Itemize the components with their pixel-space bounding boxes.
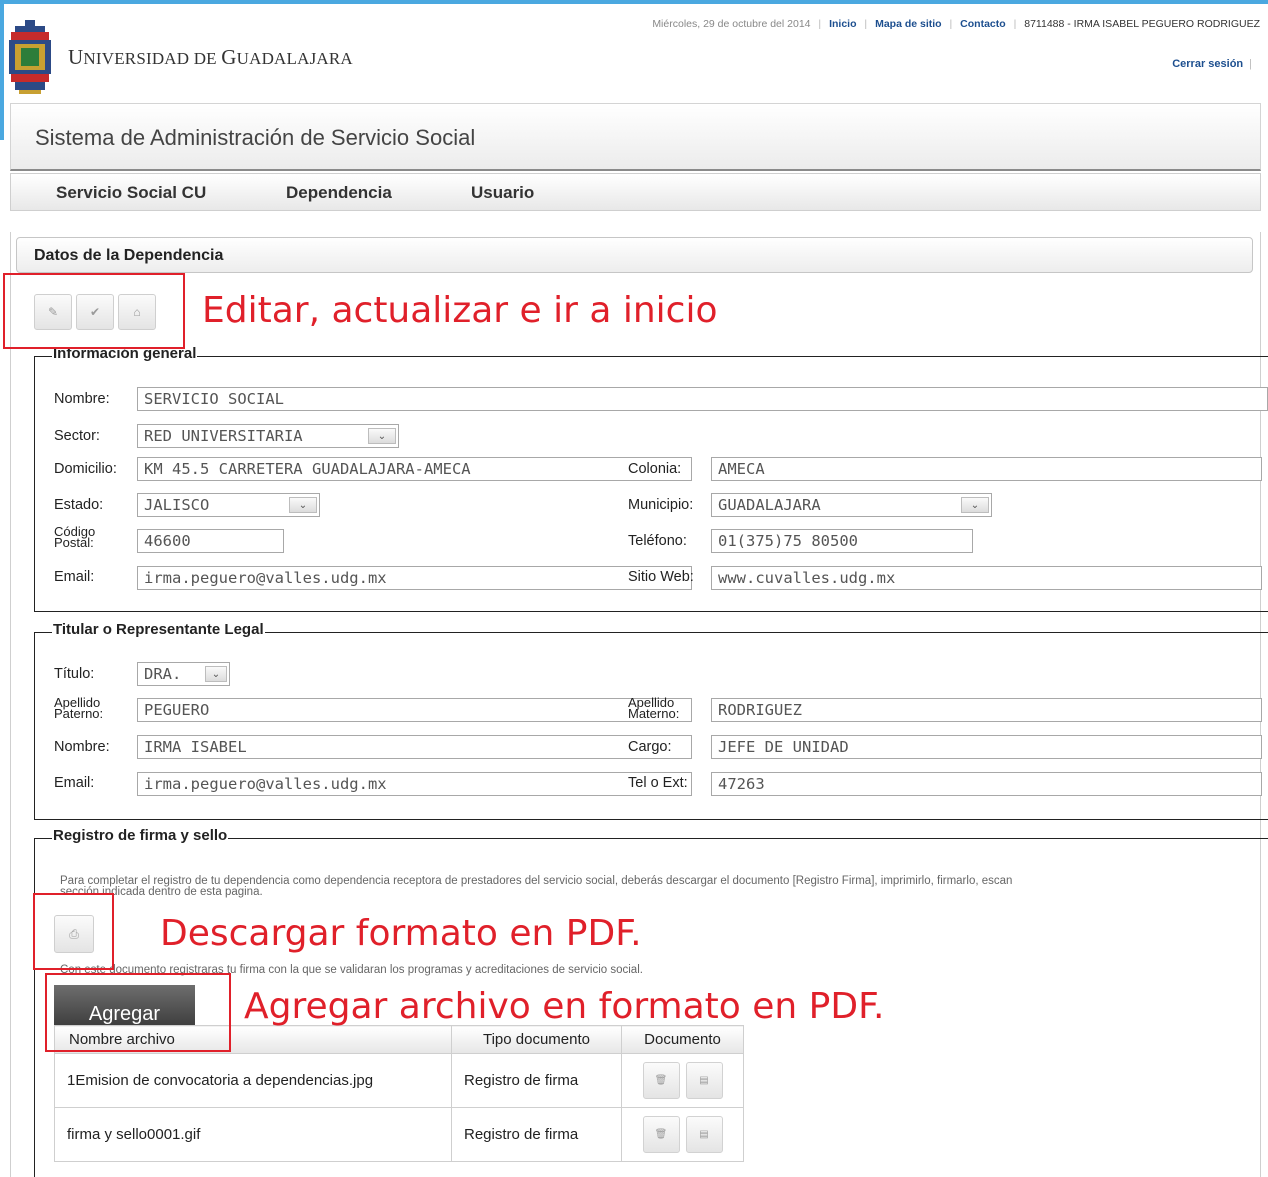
- municipio-select[interactable]: GUADALAJARA ⌄: [711, 493, 992, 517]
- delete-file-button[interactable]: 🗑: [642, 1116, 680, 1153]
- sector-value: RED UNIVERSITARIA: [144, 427, 303, 445]
- top-accent-bar: [0, 0, 1268, 4]
- instructions-line-2: sección indicada dentro de esta pagina.: [60, 886, 263, 898]
- delete-file-button[interactable]: 🗑: [642, 1062, 680, 1099]
- municipio-label: Municipio:: [628, 497, 694, 513]
- nombre-label: Nombre:: [54, 391, 110, 407]
- annotation-box-toolbar: [3, 273, 185, 349]
- estado-value: JALISCO: [144, 496, 210, 514]
- annotation-box-download: [33, 893, 114, 970]
- codigo-postal-input[interactable]: 46600: [137, 529, 284, 553]
- annotation-download-text: Descargar formato en PDF.: [160, 913, 642, 954]
- chevron-down-icon: ⌄: [368, 428, 396, 444]
- apellido-paterno-label: Apellido Paterno:: [54, 695, 104, 721]
- email-input[interactable]: irma.peguero@valles.udg.mx: [137, 566, 692, 590]
- trash-icon: 🗑: [654, 1075, 668, 1086]
- logout-link[interactable]: Cerrar sesión: [1172, 58, 1243, 70]
- file-name-cell: firma y sello0001.gif: [54, 1107, 452, 1162]
- university-name: UNIVERSIDAD DE GUADALAJARA: [68, 45, 353, 69]
- titular-email-label: Email:: [54, 775, 95, 791]
- nav-usuario[interactable]: Usuario: [471, 183, 534, 203]
- colonia-input[interactable]: AMECA: [711, 457, 1262, 481]
- header-links: Miércoles, 29 de octubre del 2014 | Inic…: [652, 18, 1260, 30]
- left-accent-bar: [0, 0, 4, 140]
- municipio-value: GUADALAJARA: [718, 496, 821, 514]
- logout-area: Cerrar sesión |: [1172, 58, 1252, 70]
- titular-legend: Titular o Representante Legal: [52, 621, 265, 638]
- nombre-input[interactable]: SERVICIO SOCIAL: [137, 387, 1268, 411]
- nav-servicio-social-cu[interactable]: Servicio Social CU: [56, 183, 206, 203]
- email-label: Email:: [54, 569, 95, 585]
- annotation-box-add: [45, 973, 231, 1052]
- file-name-cell: 1Emision de convocatoria a dependencias.…: [54, 1053, 452, 1108]
- col-documento: Documento: [621, 1025, 744, 1054]
- current-user: 8711488 - IRMA ISABEL PEGUERO RODRIGUEZ: [1024, 18, 1260, 30]
- view-file-button[interactable]: ▤: [685, 1062, 723, 1099]
- sitio-web-input[interactable]: www.cuvalles.udg.mx: [711, 566, 1262, 590]
- table-row: firma y sello0001.gif Registro de firma …: [54, 1107, 744, 1162]
- view-file-button[interactable]: ▤: [685, 1116, 723, 1153]
- chevron-down-icon: ⌄: [289, 497, 317, 513]
- document-icon: ▤: [699, 1129, 709, 1140]
- titular-email-input[interactable]: irma.peguero@valles.udg.mx: [137, 772, 692, 796]
- col-tipo-documento: Tipo documento: [451, 1025, 622, 1054]
- firma-legend: Registro de firma y sello: [52, 827, 229, 844]
- telefono-input[interactable]: 01(375)75 80500: [711, 529, 973, 553]
- titulo-label: Título:: [54, 666, 95, 682]
- domicilio-label: Domicilio:: [54, 461, 117, 477]
- annotation-add-text: Agregar archivo en formato en PDF.: [244, 986, 885, 1027]
- system-title: Sistema de Administración de Servicio So…: [35, 125, 476, 150]
- annotation-toolbar-text: Editar, actualizar e ir a inicio: [202, 290, 718, 331]
- panel-header: Datos de la Dependencia: [16, 237, 1253, 273]
- tel-ext-label: Tel o Ext:: [628, 775, 688, 791]
- sector-select[interactable]: RED UNIVERSITARIA ⌄: [137, 424, 399, 448]
- colonia-label: Colonia:: [628, 461, 682, 477]
- nav-dependencia[interactable]: Dependencia: [286, 183, 392, 203]
- link-mapa-de-sitio[interactable]: Mapa de sitio: [875, 18, 942, 30]
- chevron-down-icon: ⌄: [205, 666, 227, 682]
- chevron-down-icon: ⌄: [961, 497, 989, 513]
- telefono-label: Teléfono:: [628, 533, 687, 549]
- university-crest-logo[interactable]: [9, 20, 51, 94]
- tel-ext-input[interactable]: 47263: [711, 772, 1262, 796]
- document-actions-cell: 🗑 ▤: [621, 1107, 744, 1162]
- file-type-cell: Registro de firma: [451, 1107, 622, 1162]
- system-title-bar: Sistema de Administración de Servicio So…: [10, 103, 1261, 171]
- table-row: 1Emision de convocatoria a dependencias.…: [54, 1053, 744, 1108]
- sector-label: Sector:: [54, 428, 100, 444]
- titular-nombre-label: Nombre:: [54, 739, 110, 755]
- apellido-materno-label: Apellido Materno:: [628, 695, 680, 721]
- estado-select[interactable]: JALISCO ⌄: [137, 493, 320, 517]
- document-actions-cell: 🗑 ▤: [621, 1053, 744, 1108]
- cargo-label: Cargo:: [628, 739, 672, 755]
- estado-label: Estado:: [54, 497, 104, 513]
- titular-nombre-input[interactable]: IRMA ISABEL: [137, 735, 692, 759]
- titulo-value: DRA.: [144, 665, 182, 683]
- cargo-input[interactable]: JEFE DE UNIDAD: [711, 735, 1262, 759]
- link-contacto[interactable]: Contacto: [960, 18, 1006, 30]
- trash-icon: 🗑: [654, 1129, 668, 1140]
- link-inicio[interactable]: Inicio: [829, 18, 856, 30]
- file-type-cell: Registro de firma: [451, 1053, 622, 1108]
- apellido-materno-input[interactable]: RODRIGUEZ: [711, 698, 1262, 722]
- apellido-paterno-input[interactable]: PEGUERO: [137, 698, 692, 722]
- panel-title: Datos de la Dependencia: [34, 247, 224, 264]
- main-nav: Servicio Social CU Dependencia Usuario: [10, 173, 1261, 211]
- current-date: Miércoles, 29 de octubre del 2014: [652, 18, 811, 30]
- domicilio-input[interactable]: KM 45.5 CARRETERA GUADALAJARA-AMECA: [137, 457, 692, 481]
- cp-label: Código Postal:: [54, 524, 96, 550]
- firma-instructions: Para completar el registro de tu depende…: [60, 875, 1012, 898]
- document-icon: ▤: [699, 1075, 709, 1086]
- sitio-web-label: Sitio Web:: [628, 569, 694, 585]
- titulo-select[interactable]: DRA. ⌄: [137, 662, 230, 686]
